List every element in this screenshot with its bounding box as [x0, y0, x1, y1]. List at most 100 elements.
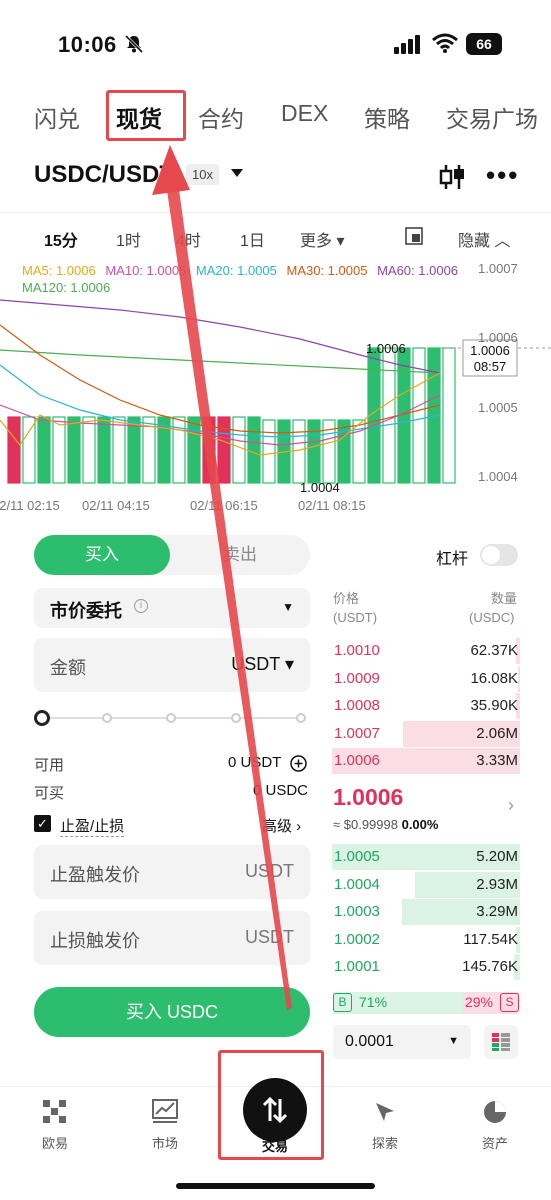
buy-usdc-button[interactable]: 买入 USDC	[34, 987, 310, 1037]
tp-unit: USDT	[245, 861, 294, 881]
order-book-row[interactable]: 1.0008 35.90K	[332, 693, 520, 719]
interval-1h[interactable]: 1时	[116, 227, 141, 251]
market-chart-icon	[152, 1099, 178, 1123]
order-book-qty: 3.33M	[476, 752, 518, 769]
last-price-text: 1.0006	[470, 343, 510, 358]
buy-ratio-badge: B	[333, 993, 352, 1012]
tab-dex[interactable]: DEX	[281, 100, 328, 127]
interval-1d[interactable]: 1日	[240, 227, 265, 251]
signal-icon	[394, 35, 420, 54]
order-book-qty: 2.93M	[476, 875, 518, 893]
sl-label: 止损触发价	[50, 931, 140, 951]
candle	[262, 419, 276, 484]
sell-tab[interactable]: 卖出	[170, 535, 310, 575]
take-profit-field[interactable]: 止盈触发价 USDT	[34, 845, 310, 899]
x-tick: 02/11 02:15	[0, 498, 60, 513]
hide-chart-toggle[interactable]: 隐藏 ︿	[458, 227, 510, 251]
advanced-link[interactable]: 高级 ›	[262, 815, 301, 836]
amount-slider[interactable]	[34, 710, 310, 726]
y-tick: 1.0005	[478, 400, 518, 415]
order-book-row[interactable]: 1.0004 2.93M	[332, 871, 520, 898]
home-indicator	[176, 1183, 375, 1189]
bell-muted-icon	[124, 34, 144, 54]
tpsl-label: 止盈/止损	[60, 815, 125, 837]
order-book-qty: 5.20M	[476, 848, 518, 865]
candle	[337, 419, 351, 484]
x-tick: 02/11 06:15	[190, 498, 258, 513]
order-book-qty: 35.90K	[470, 697, 518, 714]
tab-trading-square[interactable]: 交易广场	[446, 100, 538, 134]
leverage-badge: 10x	[186, 164, 219, 185]
order-book-row[interactable]: 1.0007 2.06M	[332, 720, 520, 747]
order-book-row[interactable]: 1.0009 16.08K	[332, 665, 520, 692]
buy-sell-switch: 买入 卖出	[34, 535, 310, 575]
y-tick: 1.0004	[478, 469, 518, 484]
order-book-price: 1.0007	[334, 724, 380, 742]
order-book-row[interactable]: 1.0005 5.20M	[332, 844, 520, 870]
available-value: 0 USDT	[228, 754, 282, 771]
interval-4h[interactable]: 4时	[176, 227, 201, 251]
tab-futures[interactable]: 合约	[198, 100, 244, 134]
buy-ratio: 71%	[359, 994, 388, 1010]
chart-settings-icon[interactable]	[405, 227, 423, 245]
buyable-value: 0 USDC	[253, 782, 309, 799]
candle	[97, 416, 111, 484]
pair-name[interactable]: USDC/USDT	[34, 161, 174, 189]
interval-more[interactable]: 更多 ▾	[300, 227, 345, 251]
candle	[37, 416, 51, 484]
leverage-toggle[interactable]	[480, 544, 518, 566]
more-icon[interactable]: •••	[486, 160, 519, 191]
tick-size-select[interactable]: 0.0001 ▼	[333, 1025, 471, 1059]
interval-15m[interactable]: 15分	[44, 227, 78, 251]
nav-market[interactable]: 市场	[135, 1099, 195, 1152]
available-label: 可用	[34, 757, 65, 774]
order-book-qty: 2.06M	[476, 724, 518, 742]
sell-ratio: 29%	[464, 994, 493, 1010]
order-book-qty: 145.76K	[462, 958, 518, 975]
order-book-row[interactable]: 1.0003 3.29M	[332, 899, 520, 925]
candle	[442, 347, 456, 484]
tab-convert[interactable]: 闪兑	[34, 100, 80, 134]
x-tick: 02/11 08:15	[298, 498, 366, 513]
order-book-row[interactable]: 1.0010 62.37K	[332, 638, 520, 664]
buy-tab[interactable]: 买入	[34, 535, 170, 575]
order-book-row[interactable]: 1.0002 117.54K	[332, 926, 520, 953]
order-book-price: 1.0003	[334, 903, 380, 920]
candlestick-icon[interactable]	[438, 163, 466, 191]
low-label: 1.0004	[300, 480, 340, 495]
order-book-price: 1.0006	[334, 752, 380, 769]
candle	[112, 416, 126, 484]
order-type-select[interactable]: 市价委托 i ▼	[34, 588, 310, 628]
sl-unit: USDT	[245, 927, 294, 947]
tpsl-checkbox[interactable]: ✓	[34, 815, 51, 832]
order-book-price: 1.0008	[334, 697, 380, 714]
order-book-price: 1.0002	[334, 930, 380, 948]
order-book-qty: 16.08K	[470, 669, 518, 687]
order-book-price: 1.0001	[334, 958, 380, 975]
ob-qty-unit: (USDC)	[469, 610, 515, 625]
tab-strategy[interactable]: 策略	[364, 100, 410, 134]
candle	[82, 416, 96, 484]
nav-assets[interactable]: 资产	[465, 1099, 525, 1152]
candle	[307, 419, 321, 484]
candlestick-chart[interactable]: 1.0006 08:57 1.0006 1.0004 1.0007 1.0006…	[0, 255, 551, 515]
book-layout-button[interactable]	[484, 1025, 518, 1059]
mid-price-sub: ≈ $0.99998 0.00%	[333, 817, 439, 832]
nav-okx[interactable]: 欧易	[25, 1099, 85, 1152]
order-book-row[interactable]: 1.0001 145.76K	[332, 954, 520, 980]
y-tick: 1.0007	[478, 261, 518, 276]
chevron-down-icon: ▼	[282, 600, 294, 614]
chevron-right-icon[interactable]: ›	[508, 795, 514, 816]
order-book-row[interactable]: 1.0006 3.33M	[332, 748, 520, 774]
nav-explore[interactable]: 探索	[355, 1099, 415, 1152]
slider-handle[interactable]	[34, 710, 50, 726]
stop-loss-field[interactable]: 止损触发价 USDT	[34, 911, 310, 965]
amount-field[interactable]: 金额 USDT ▾	[34, 638, 310, 692]
high-label: 1.0006	[366, 341, 406, 356]
amount-unit-select[interactable]: USDT ▾	[231, 654, 294, 675]
nav-label: 市场	[151, 1136, 178, 1151]
info-icon[interactable]: i	[134, 599, 148, 613]
caret-down-icon[interactable]	[230, 168, 244, 178]
add-funds-icon[interactable]	[290, 755, 307, 772]
candle	[52, 416, 66, 484]
